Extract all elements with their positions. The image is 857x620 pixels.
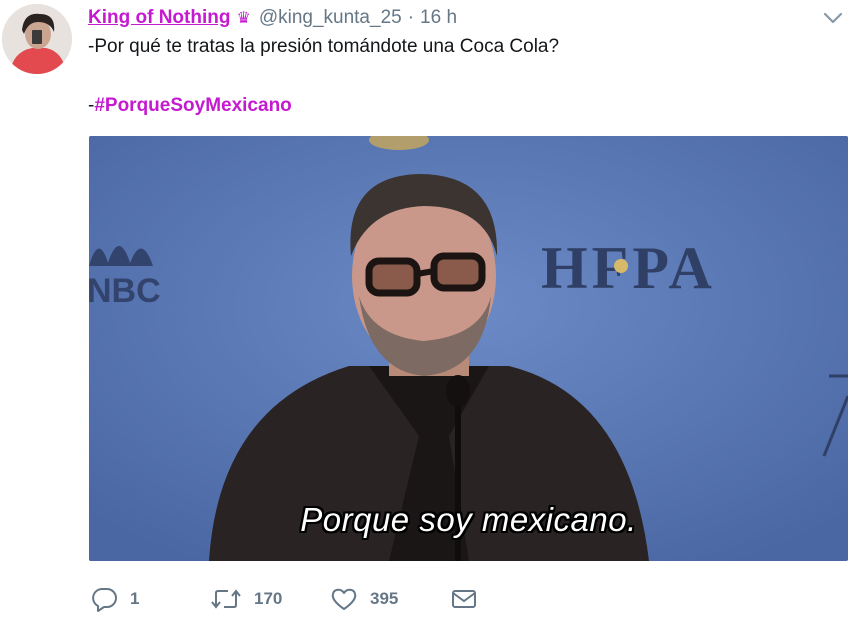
avatar[interactable] (2, 4, 72, 74)
avatar-image (2, 4, 72, 74)
reply-button[interactable]: 1 (90, 585, 139, 613)
hfpa-logo: HFPA (541, 235, 716, 301)
chevron-down-icon[interactable] (822, 8, 844, 28)
retweet-count: 170 (254, 589, 283, 608)
media-caption: Porque soy mexicano. (300, 501, 637, 538)
user-handle[interactable]: @king_kunta_25 (259, 7, 402, 29)
reply-count: 1 (130, 589, 140, 608)
like-count: 395 (370, 589, 399, 608)
direct-message-button[interactable] (450, 585, 478, 613)
media-image: NBC HFPA (89, 136, 848, 561)
tweet-text-line: -Por qué te tratas la presión tomándote … (88, 36, 560, 57)
retweet-button[interactable]: 170 (210, 585, 282, 613)
tweet-header: King of Nothing ♛ @king_kunta_25 · 16 h (88, 6, 457, 30)
hashtag-link[interactable]: #PorqueSoyMexicano (94, 95, 291, 116)
like-button[interactable]: 395 (330, 585, 398, 613)
envelope-icon (450, 586, 478, 612)
retweet-icon (210, 586, 242, 612)
tweet-text-hashtag-line: -#PorqueSoyMexicano (88, 95, 292, 117)
timestamp[interactable]: 16 h (420, 7, 457, 29)
crown-icon: ♛ (236, 10, 251, 27)
tweet-media[interactable]: NBC HFPA Porque soy mexicano. (89, 136, 848, 561)
heart-icon (330, 586, 358, 612)
display-name[interactable]: King of Nothing (88, 7, 230, 29)
reply-icon (90, 586, 118, 612)
separator-dot: · (407, 7, 415, 28)
svg-text:NBC: NBC (89, 272, 161, 310)
